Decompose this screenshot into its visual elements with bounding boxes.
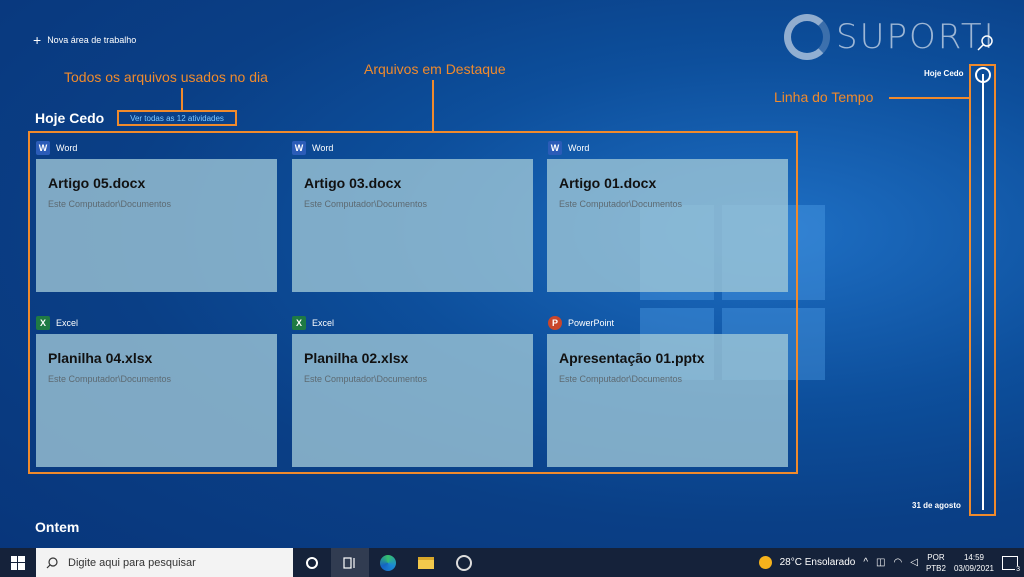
card-app-header: X Excel bbox=[36, 316, 78, 330]
word-icon: W bbox=[36, 141, 50, 155]
annotation-timeline: Linha do Tempo bbox=[774, 89, 874, 105]
weather-text[interactable]: 28°C Ensolarado bbox=[780, 557, 856, 568]
language-indicator[interactable]: POR PTB2 bbox=[926, 552, 946, 574]
start-button[interactable] bbox=[0, 548, 36, 577]
edge-button[interactable] bbox=[369, 548, 407, 577]
cortana-button[interactable] bbox=[293, 548, 331, 577]
card-file-name: Artigo 03.docx bbox=[304, 175, 402, 191]
annotation-connector bbox=[181, 88, 183, 110]
excel-icon: X bbox=[36, 316, 50, 330]
clock-date: 03/09/2021 bbox=[953, 563, 994, 573]
card-app-name: Word bbox=[568, 143, 590, 153]
search-icon[interactable] bbox=[976, 34, 994, 52]
clock-time: 14:59 bbox=[963, 552, 984, 562]
word-icon: W bbox=[292, 141, 306, 155]
obs-icon bbox=[456, 554, 472, 571]
card-file-name: Apresentação 01.pptx bbox=[559, 350, 705, 366]
card-app-header: X Excel bbox=[292, 316, 334, 330]
file-explorer-button[interactable] bbox=[407, 548, 445, 577]
card-app-name: Word bbox=[56, 143, 78, 153]
powerpoint-icon: P bbox=[548, 316, 562, 330]
timeline-bottom-label: 31 de agosto bbox=[912, 501, 961, 510]
word-icon: W bbox=[548, 141, 562, 155]
task-view-icon bbox=[343, 556, 355, 569]
obs-button[interactable] bbox=[445, 548, 483, 577]
language-code: POR bbox=[927, 552, 945, 562]
card-file-name: Artigo 01.docx bbox=[559, 175, 657, 191]
new-desktop-button[interactable]: + Nova área de trabalho bbox=[33, 32, 137, 48]
card-app-header: W Word bbox=[36, 141, 77, 155]
edge-icon bbox=[380, 554, 396, 571]
annotation-connector bbox=[432, 80, 434, 131]
notification-count: 3 bbox=[1015, 565, 1021, 573]
activity-card[interactable]: Apresentação 01.pptx Este Computador\Doc… bbox=[547, 334, 788, 467]
folder-icon bbox=[418, 556, 434, 569]
windows-start-icon bbox=[11, 555, 25, 570]
annotation-used-today: Todos os arquivos usados no dia bbox=[64, 69, 268, 85]
activity-card[interactable]: Artigo 03.docx Este Computador\Documento… bbox=[292, 159, 533, 292]
brand-watermark: SUPORTI bbox=[784, 14, 996, 60]
activity-card[interactable]: Artigo 01.docx Este Computador\Documento… bbox=[547, 159, 788, 292]
excel-icon: X bbox=[292, 316, 306, 330]
task-view-button[interactable] bbox=[331, 548, 369, 577]
system-tray: 28°C Ensolarado ^ ◫ ◠ ◁ POR PTB2 14:59 0… bbox=[758, 548, 1024, 577]
annotation-connector bbox=[889, 97, 969, 99]
card-file-path: Este Computador\Documentos bbox=[48, 374, 172, 384]
activity-card[interactable]: Planilha 02.xlsx Este Computador\Documen… bbox=[292, 334, 533, 467]
card-app-name: Word bbox=[312, 143, 334, 153]
card-file-path: Este Computador\Documentos bbox=[304, 199, 428, 209]
card-app-header: W Word bbox=[548, 141, 589, 155]
section-title-yesterday: Ontem bbox=[35, 519, 80, 535]
card-app-name: PowerPoint bbox=[568, 318, 615, 328]
section-title-today: Hoje Cedo bbox=[35, 110, 105, 126]
taskbar-search-box[interactable]: Digite aqui para pesquisar bbox=[36, 548, 293, 577]
brand-name: SUPORTI bbox=[836, 17, 996, 57]
card-file-path: Este Computador\Documentos bbox=[304, 374, 428, 384]
sun-weather-icon bbox=[758, 556, 772, 569]
wifi-icon[interactable]: ◠ bbox=[894, 557, 903, 568]
keyboard-layout: PTB2 bbox=[925, 563, 946, 573]
clock[interactable]: 14:59 03/09/2021 bbox=[954, 552, 994, 574]
activity-card[interactable]: Artigo 05.docx Este Computador\Documento… bbox=[36, 159, 277, 292]
annotation-highlighted: Arquivos em Destaque bbox=[364, 61, 506, 77]
card-file-path: Este Computador\Documentos bbox=[48, 199, 172, 209]
network-icon[interactable]: ◫ bbox=[876, 557, 885, 568]
brand-logo-icon bbox=[784, 14, 830, 60]
card-file-path: Este Computador\Documentos bbox=[559, 199, 683, 209]
card-app-header: P PowerPoint bbox=[548, 316, 614, 330]
timeline-scrubber[interactable] bbox=[975, 67, 991, 83]
taskbar: Digite aqui para pesquisar 28°C Ensolara… bbox=[0, 548, 1024, 577]
card-file-name: Artigo 05.docx bbox=[48, 175, 146, 191]
timeline-track[interactable] bbox=[982, 74, 984, 510]
card-app-header: W Word bbox=[292, 141, 333, 155]
card-file-name: Planilha 02.xlsx bbox=[304, 350, 409, 366]
cortana-icon bbox=[306, 556, 318, 569]
card-app-name: Excel bbox=[56, 318, 79, 328]
activity-card[interactable]: Planilha 04.xlsx Este Computador\Documen… bbox=[36, 334, 277, 467]
chevron-up-icon[interactable]: ^ bbox=[863, 557, 868, 568]
speaker-icon[interactable]: ◁ bbox=[910, 557, 918, 568]
card-file-name: Planilha 04.xlsx bbox=[48, 350, 153, 366]
notification-button[interactable]: 3 bbox=[1002, 555, 1021, 573]
card-file-path: Este Computador\Documentos bbox=[559, 374, 683, 384]
plus-icon: + bbox=[33, 32, 42, 48]
timeline-top-label: Hoje Cedo bbox=[924, 69, 964, 78]
new-desktop-label: Nova área de trabalho bbox=[47, 35, 137, 45]
card-app-name: Excel bbox=[312, 318, 335, 328]
see-all-activities-link[interactable]: Ver todas as 12 atividades bbox=[117, 110, 237, 126]
search-icon bbox=[46, 556, 58, 568]
taskbar-search-placeholder: Digite aqui para pesquisar bbox=[68, 556, 196, 569]
